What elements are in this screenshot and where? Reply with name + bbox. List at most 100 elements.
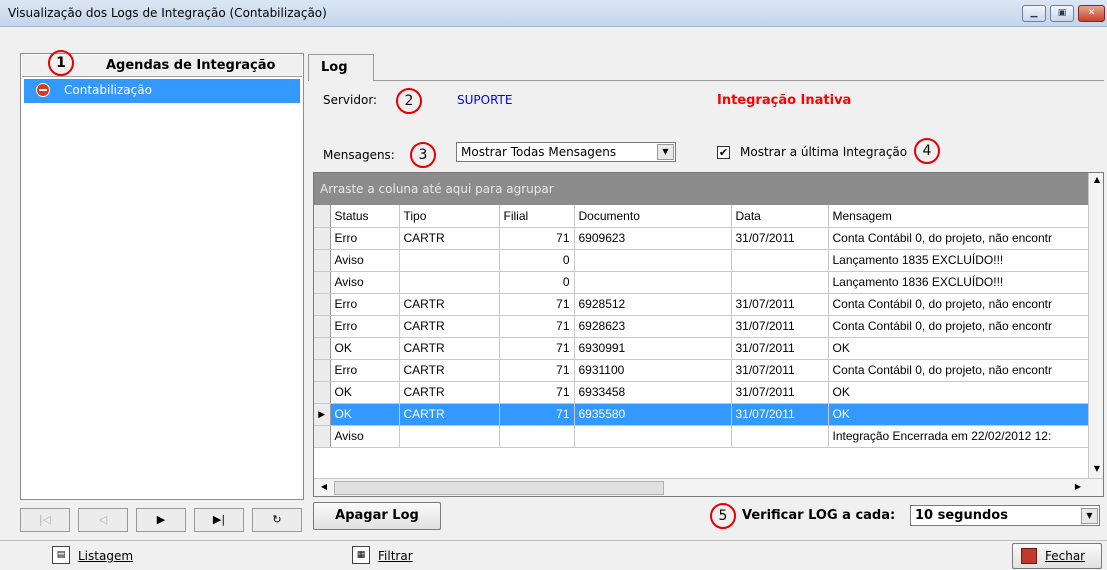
cell-data: 31/07/2011 [731, 337, 829, 360]
messages-filter-value: Mostrar Todas Mensagens [461, 145, 617, 159]
row-indicator[interactable] [314, 249, 331, 272]
show-last-label: Mostrar a última Integração [740, 145, 908, 159]
servidor-value: SUPORTE [457, 93, 513, 107]
scroll-right-icon[interactable]: ▶ [1070, 480, 1086, 496]
cell-tipo: CARTR [399, 227, 500, 250]
show-last-checkbox[interactable]: ✔ [717, 146, 730, 159]
cell-data: 31/07/2011 [731, 227, 829, 250]
cell-status: Aviso [330, 271, 400, 294]
cell-filial: 71 [499, 381, 575, 404]
fechar-button[interactable]: Fechar [1012, 543, 1102, 569]
listagem-button[interactable]: Listagem [78, 549, 133, 563]
report-icon[interactable]: ▤ [52, 546, 70, 564]
exit-door-icon [1021, 548, 1037, 564]
scroll-down-icon[interactable]: ▼ [1089, 462, 1103, 478]
cell-status: Erro [330, 227, 400, 250]
cell-status: OK [330, 381, 400, 404]
cell-documento: 6909623 [574, 227, 732, 250]
scroll-left-icon[interactable]: ◀ [316, 480, 332, 496]
row-indicator[interactable] [314, 227, 331, 250]
table-row[interactable]: Aviso 0 Lançamento 1836 EXCLUÍDO!!! [314, 271, 1089, 294]
table-row[interactable]: Erro CARTR 71 6931100 31/07/2011 Conta Contáb… [314, 359, 1089, 382]
cell-filial: 0 [499, 271, 575, 294]
horizontal-scrollbar[interactable]: ◀ ▶ [314, 478, 1103, 496]
column-header-mensagem[interactable]: Mensagem [828, 205, 1089, 228]
scroll-up-icon[interactable]: ▲ [1089, 173, 1103, 189]
cell-status: Erro [330, 315, 400, 338]
table-row[interactable]: Aviso 0 Lançamento 1835 EXCLUÍDO!!! [314, 249, 1089, 272]
cell-filial: 71 [499, 227, 575, 250]
cell-documento: 6933458 [574, 381, 732, 404]
cell-data: 31/07/2011 [731, 381, 829, 404]
log-grid[interactable]: Arraste a coluna até aqui para agrupar S… [313, 172, 1104, 497]
apagar-log-button[interactable]: Apagar Log [313, 502, 441, 530]
group-by-band[interactable]: Arraste a coluna até aqui para agrupar [314, 173, 1088, 205]
cell-mensagem: Integração Encerrada em 22/02/2012 12: [828, 425, 1089, 448]
table-row[interactable]: Erro CARTR 71 6928623 31/07/2011 Conta Contáb… [314, 315, 1089, 338]
cell-tipo: CARTR [399, 337, 500, 360]
servidor-label: Servidor: [323, 93, 378, 107]
minimize-button[interactable]: ▁ [1022, 5, 1046, 22]
table-row[interactable]: ▶ OK CARTR 71 6935580 31/07/2011 OK [314, 403, 1089, 426]
refresh-button[interactable]: ↻ [252, 508, 302, 532]
last-record-button[interactable]: ▶| [194, 508, 244, 532]
row-indicator[interactable] [314, 271, 331, 294]
cell-mensagem: Lançamento 1835 EXCLUÍDO!!! [828, 249, 1089, 272]
table-row[interactable]: Erro CARTR 71 6909623 31/07/2011 Conta Contáb… [314, 227, 1089, 250]
chevron-down-icon[interactable]: ▼ [1081, 508, 1098, 524]
row-indicator[interactable]: ▶ [314, 403, 331, 426]
schedule-list[interactable] [20, 53, 304, 500]
cell-status: Aviso [330, 425, 400, 448]
table-row[interactable]: OK CARTR 71 6933458 31/07/2011 OK [314, 381, 1089, 404]
tab-log[interactable]: Log [308, 54, 374, 81]
row-indicator[interactable] [314, 359, 331, 382]
column-header-data[interactable]: Data [731, 205, 829, 228]
horizontal-scroll-thumb[interactable] [334, 481, 664, 495]
row-indicator[interactable] [314, 337, 331, 360]
group-by-hint: Arraste a coluna até aqui para agrupar [320, 182, 554, 196]
table-row[interactable]: OK CARTR 71 6930991 31/07/2011 OK [314, 337, 1089, 360]
marker-4: 4 [914, 138, 940, 164]
close-button[interactable]: ✕ [1078, 5, 1105, 22]
refresh-interval-value: 10 segundos [915, 508, 1008, 523]
cell-mensagem: OK [828, 403, 1089, 426]
cell-data [731, 271, 829, 294]
row-indicator[interactable] [314, 293, 331, 316]
cell-status: OK [330, 337, 400, 360]
schedule-list-title: Agendas de Integração [106, 58, 276, 73]
vertical-scrollbar[interactable]: ▲ ▼ [1088, 173, 1103, 478]
first-record-button[interactable]: |◁ [20, 508, 70, 532]
marker-5: 5 [710, 503, 736, 529]
cell-filial: 71 [499, 359, 575, 382]
cell-documento [574, 271, 732, 294]
row-indicator[interactable] [314, 315, 331, 338]
filter-icon[interactable]: ▦ [352, 546, 370, 564]
column-header-status[interactable]: Status [330, 205, 400, 228]
mensagens-label: Mensagens: [323, 148, 395, 162]
column-header-filial[interactable]: Filial [499, 205, 575, 228]
column-header-tipo[interactable]: Tipo [399, 205, 500, 228]
cell-filial: 71 [499, 315, 575, 338]
cell-documento [574, 249, 732, 272]
row-indicator[interactable] [314, 425, 331, 448]
table-row[interactable]: Erro CARTR 71 6928512 31/07/2011 Conta Contáb… [314, 293, 1089, 316]
refresh-interval-select[interactable]: 10 segundos ▼ [910, 505, 1100, 526]
maximize-button[interactable]: ▣ [1050, 5, 1074, 22]
prev-record-button[interactable]: ◁ [78, 508, 128, 532]
row-indicator[interactable] [314, 381, 331, 404]
stop-icon [36, 83, 50, 97]
cell-tipo: CARTR [399, 293, 500, 316]
messages-filter-select[interactable]: Mostrar Todas Mensagens ▼ [456, 142, 676, 162]
chevron-down-icon[interactable]: ▼ [657, 144, 674, 160]
filtrar-button[interactable]: Filtrar [378, 549, 413, 563]
schedule-item-contabilizacao[interactable]: Contabilização [24, 79, 300, 103]
column-header-documento[interactable]: Documento [574, 205, 732, 228]
cell-documento: 6935580 [574, 403, 732, 426]
cell-documento [574, 425, 732, 448]
cell-data [731, 249, 829, 272]
next-record-button[interactable]: ▶ [136, 508, 186, 532]
cell-data: 31/07/2011 [731, 315, 829, 338]
table-row[interactable]: Aviso Integração Encerrada em 22/02/2012 … [314, 425, 1089, 448]
marker-2: 2 [396, 88, 422, 114]
cell-status: Aviso [330, 249, 400, 272]
